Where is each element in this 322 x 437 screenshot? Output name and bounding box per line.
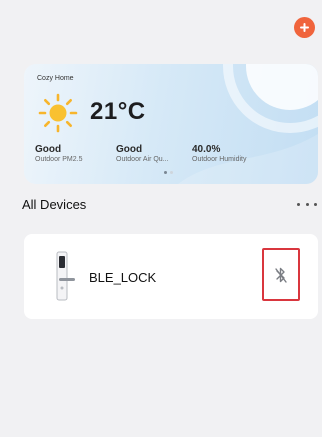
temperature: 21°C — [90, 98, 146, 125]
metric-label: Outdoor PM2.5 — [35, 156, 83, 163]
smart-lock-icon — [56, 251, 75, 301]
metric-pm25: Good Outdoor PM2.5 — [35, 144, 82, 163]
bluetooth-disabled-icon — [275, 267, 287, 283]
plus-icon — [300, 23, 309, 32]
home-name: Cozy Home — [37, 75, 74, 82]
home-screen: Cozy Home 21°C Good Outdoor PM2.5 Good O… — [0, 0, 322, 437]
dot — [305, 202, 309, 206]
metric-label: Outdoor Air Qu... — [116, 156, 169, 163]
bluetooth-status-button[interactable] — [262, 248, 300, 301]
metric-air-quality: Good Outdoor Air Qu... — [116, 144, 169, 163]
page-dot-active — [164, 171, 167, 174]
device-name: BLE_LOCK — [89, 270, 157, 285]
dot — [314, 202, 317, 206]
sun-icon — [38, 93, 78, 133]
page-indicator[interactable] — [164, 171, 173, 174]
metric-value: Good — [116, 144, 143, 155]
device-card-ble-lock[interactable]: BLE_LOCK — [24, 234, 318, 319]
metric-value: 40.0% — [192, 144, 221, 155]
page-dot — [170, 171, 173, 174]
dot — [297, 202, 300, 206]
metric-label: Outdoor Humidity — [192, 156, 247, 163]
section-title: All Devices — [22, 197, 87, 212]
add-device-button[interactable] — [294, 17, 315, 38]
more-dots-icon[interactable] — [297, 196, 317, 212]
metric-value: Good — [35, 144, 62, 155]
weather-card-decoration — [178, 64, 318, 184]
weather-card[interactable]: Cozy Home 21°C Good Outdoor PM2.5 Good O… — [24, 64, 318, 184]
metric-humidity: 40.0% Outdoor Humidity — [192, 144, 246, 163]
